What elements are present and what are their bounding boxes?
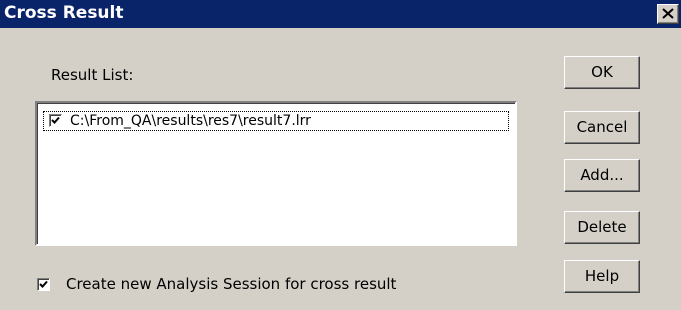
close-icon [662, 8, 674, 19]
result-list-box[interactable]: C:\From_QA\results\res7\result7.lrr [35, 101, 517, 246]
delete-button[interactable]: Delete [564, 211, 640, 244]
result-item-path: C:\From_QA\results\res7\result7.lrr [70, 113, 311, 129]
create-session-label[interactable]: Create new Analysis Session for cross re… [66, 275, 396, 293]
checkmark-icon [39, 280, 48, 288]
result-list-label: Result List: [51, 66, 134, 84]
title-bar[interactable]: Cross Result [0, 0, 681, 28]
help-button[interactable]: Help [564, 260, 640, 293]
close-button[interactable] [657, 4, 679, 24]
cross-result-dialog: Cross Result Result List: C:\From_QA\res… [0, 0, 681, 310]
ok-button[interactable]: OK [564, 56, 640, 89]
create-session-checkbox[interactable] [37, 278, 50, 291]
add-button[interactable]: Add... [564, 159, 640, 192]
window-title: Cross Result [4, 3, 124, 23]
checkmark-icon [51, 116, 60, 124]
list-item[interactable]: C:\From_QA\results\res7\result7.lrr [43, 111, 509, 131]
result-item-checkbox[interactable] [49, 114, 62, 127]
cancel-button[interactable]: Cancel [564, 111, 640, 144]
